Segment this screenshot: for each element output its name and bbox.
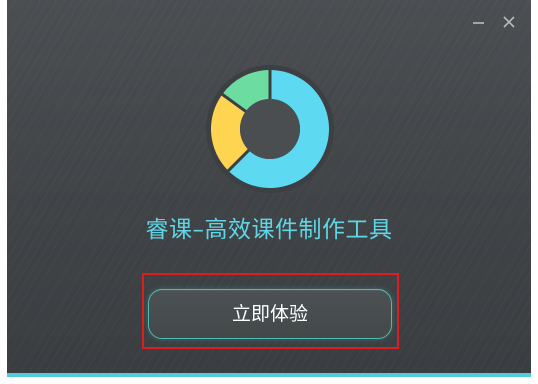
logo-center — [240, 99, 300, 159]
close-button[interactable] — [501, 14, 517, 30]
minimize-icon — [473, 22, 484, 24]
minimize-button[interactable] — [471, 14, 487, 30]
window-controls — [471, 14, 517, 30]
app-title: 睿课–高效课件制作工具 — [145, 217, 393, 243]
try-now-button[interactable]: 立即体验 — [148, 289, 392, 339]
window-bottom-accent — [7, 373, 531, 377]
donut-chart-logo-icon — [206, 65, 334, 193]
app-window: 睿课–高效课件制作工具 立即体验 — [7, 0, 531, 377]
close-icon — [503, 16, 515, 28]
